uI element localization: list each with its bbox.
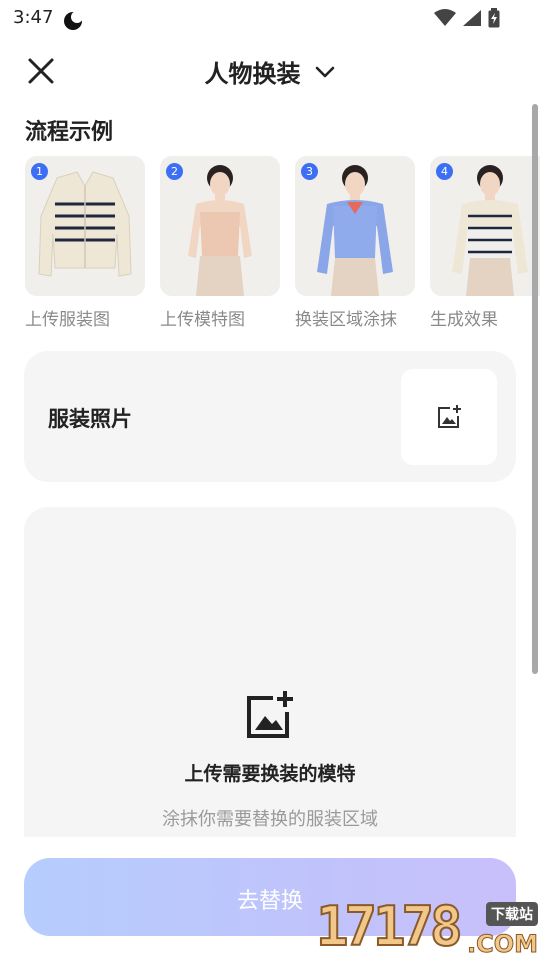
watermark-domain: .COM <box>466 930 538 959</box>
step-2[interactable]: 2 上传模特图 <box>160 156 280 330</box>
step-label: 上传服装图 <box>25 310 110 330</box>
add-image-icon <box>438 405 461 428</box>
garment-upload-button[interactable] <box>401 369 497 465</box>
step-label: 生成效果 <box>430 310 498 330</box>
wifi-icon <box>434 9 456 26</box>
section-title: 流程示例 <box>25 120 114 145</box>
header: 人物换装 <box>0 40 540 100</box>
title-dropdown[interactable]: 人物换装 <box>0 54 540 89</box>
step-number-badge: 1 <box>31 163 48 180</box>
status-time: 3:47 <box>13 7 54 28</box>
step-thumbnail: 2 <box>160 156 280 296</box>
step-1[interactable]: 1 上传服装图 <box>25 156 145 330</box>
step-3[interactable]: 3 换装区域涂抹 <box>295 156 415 330</box>
model-upload-card[interactable]: 上传需要换装的模特 涂抹你需要替换的服装区域 <box>24 507 516 837</box>
step-thumbnail: 3 <box>295 156 415 296</box>
step-number-badge: 4 <box>436 163 453 180</box>
step-label: 上传模特图 <box>160 310 245 330</box>
watermark-logo: 17178 下载站 .COM <box>315 895 540 960</box>
status-icons <box>434 8 500 28</box>
page-title: 人物换装 <box>204 60 301 88</box>
step-number-badge: 3 <box>301 163 318 180</box>
add-image-icon <box>247 691 293 738</box>
step-thumbnail: 4 <box>430 156 540 296</box>
model-upload-subtitle: 涂抹你需要替换的服装区域 <box>162 809 378 830</box>
battery-icon <box>488 8 500 28</box>
status-bar: 3:47 <box>0 0 540 36</box>
watermark-digits: 17178 <box>315 895 464 958</box>
scrollbar[interactable] <box>532 104 538 674</box>
watermark-tag: 下载站 <box>486 902 538 926</box>
garment-photo-card: 服装照片 <box>24 351 516 482</box>
notification-icon <box>64 11 83 30</box>
signal-icon <box>463 10 481 26</box>
process-examples: 1 上传服装图 2 上传模特图 3 换装区域涂抹 4 生成效果 <box>25 156 540 336</box>
step-thumbnail: 1 <box>25 156 145 296</box>
chevron-down-icon <box>315 66 334 77</box>
model-upload-title: 上传需要换装的模特 <box>184 763 356 785</box>
step-label: 换装区域涂抹 <box>295 310 397 330</box>
garment-photo-label: 服装照片 <box>48 407 132 431</box>
step-number-badge: 2 <box>166 163 183 180</box>
step-4[interactable]: 4 生成效果 <box>430 156 540 330</box>
